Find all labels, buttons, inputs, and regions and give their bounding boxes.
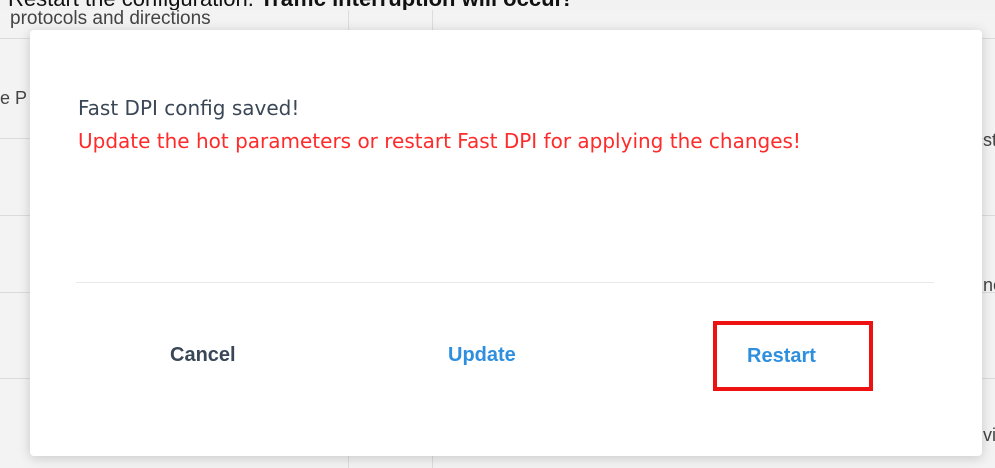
background-instruction-bold: Traffic interruption will occur! bbox=[260, 0, 570, 10]
restart-highlight-box: Restart bbox=[713, 321, 873, 391]
table-cell-fragment: vi bbox=[983, 425, 995, 445]
cancel-button[interactable]: Cancel bbox=[170, 344, 236, 367]
restart-button[interactable]: Restart bbox=[747, 345, 816, 368]
table-cell-fragment: ne bbox=[983, 275, 995, 295]
dialog-divider bbox=[76, 282, 934, 283]
warning-message: Update the hot parameters or restart Fas… bbox=[78, 129, 801, 153]
table-cell-fragment: st bbox=[983, 130, 995, 150]
saved-message: Fast DPI config saved! bbox=[78, 96, 300, 120]
update-button[interactable]: Update bbox=[448, 344, 516, 367]
table-cell-text: protocols and directions bbox=[10, 8, 211, 29]
config-saved-dialog: Fast DPI config saved! Update the hot pa… bbox=[30, 30, 982, 456]
table-cell-fragment: e P bbox=[0, 88, 28, 108]
